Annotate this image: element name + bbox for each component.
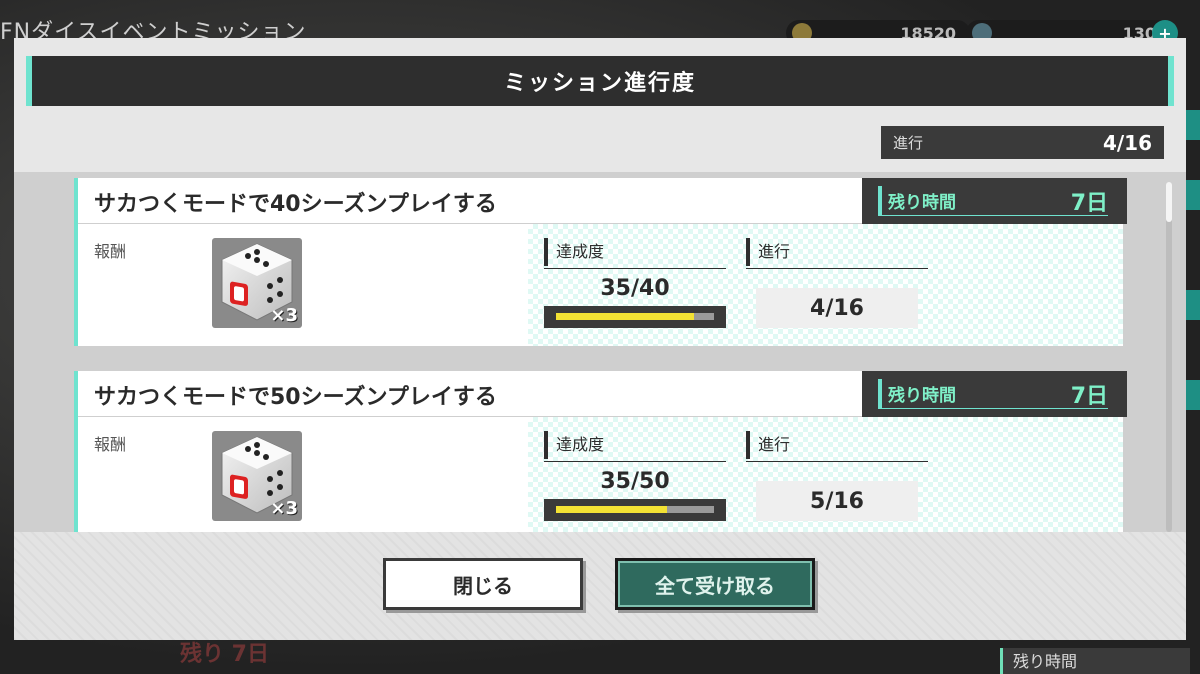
mission-list[interactable]: サカつくモードで40シーズンプレイする 残り時間 7日 報酬 ×3 達成度 35… — [14, 172, 1186, 532]
remaining-time-label: 残り時間 — [888, 386, 956, 406]
reward-count: ×3 — [270, 498, 298, 519]
progress-label: 進行 — [746, 431, 928, 459]
remaining-time-value: 7日 — [1070, 383, 1108, 409]
background-side-tab — [1186, 290, 1200, 320]
card-divider — [78, 416, 862, 417]
progress-underline — [746, 268, 928, 269]
total-progress: 進行 4/16 — [881, 126, 1164, 159]
achievement-label: 達成度 — [544, 238, 726, 266]
mission-progress-dialog: ミッション進行度 進行 4/16 サカつくモードで40シーズンプレイする 残り時… — [14, 38, 1186, 640]
scrollbar-thumb[interactable] — [1166, 182, 1172, 222]
achievement-label: 達成度 — [544, 431, 726, 459]
remaining-time-value: 7日 — [1070, 190, 1108, 216]
achievement-value: 35/40 — [600, 276, 670, 301]
reward-label: 報酬 — [94, 435, 127, 454]
achievement-underline — [544, 268, 726, 269]
total-progress-label: 進行 — [893, 134, 924, 152]
achievement-value: 35/50 — [600, 469, 670, 494]
background-side-tab — [1186, 110, 1200, 140]
achievement-bar — [544, 499, 726, 521]
background-side-tab — [1186, 380, 1200, 410]
progress-label: 進行 — [746, 238, 928, 266]
achievement-underline — [544, 461, 726, 462]
progress-underline — [746, 461, 928, 462]
mission-card: サカつくモードで50シーズンプレイする 残り時間 7日 報酬 ×3 達成度 35… — [74, 371, 1127, 532]
receive-all-button[interactable]: 全て受け取る — [615, 558, 815, 610]
achievement-bar-fill — [556, 313, 695, 320]
dice-icon: ×3 — [212, 431, 302, 521]
progress-value: 4/16 — [756, 288, 918, 328]
reward-label: 報酬 — [94, 242, 127, 261]
mission-title: サカつくモードで50シーズンプレイする — [94, 385, 497, 410]
achievement-bar-fill — [556, 506, 667, 513]
remaining-time-box: 残り時間 7日 — [862, 371, 1127, 417]
dialog-footer: 閉じる 全て受け取る — [14, 532, 1186, 640]
remaining-time-box: 残り時間 7日 — [862, 178, 1127, 224]
card-divider — [78, 223, 862, 224]
dialog-title: ミッション進行度 — [503, 71, 696, 96]
remaining-time-label: 残り時間 — [888, 193, 956, 213]
dice-icon: ×3 — [212, 238, 302, 328]
background-side-tab — [1186, 180, 1200, 210]
background-remaining-label: 残り時間 — [1000, 648, 1190, 674]
progress-value: 5/16 — [756, 481, 918, 521]
dialog-header: ミッション進行度 — [26, 56, 1174, 106]
close-button[interactable]: 閉じる — [383, 558, 583, 610]
scrollbar[interactable] — [1166, 182, 1172, 532]
achievement-bar — [544, 306, 726, 328]
reward-count: ×3 — [270, 305, 298, 326]
mission-card: サカつくモードで40シーズンプレイする 残り時間 7日 報酬 ×3 達成度 35… — [74, 178, 1127, 346]
background-remaining-text: 残り 7日 — [180, 642, 269, 667]
mission-title: サカつくモードで40シーズンプレイする — [94, 192, 497, 217]
total-progress-value: 4/16 — [1102, 130, 1152, 155]
